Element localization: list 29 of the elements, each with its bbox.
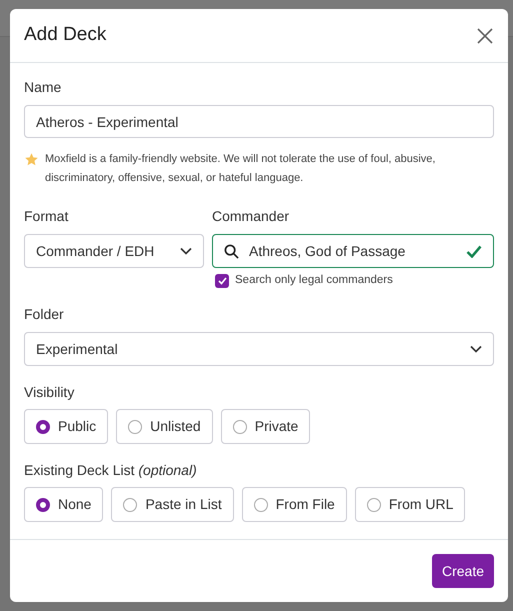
field-label: Folder: [24, 305, 65, 324]
radio-option[interactable]: Paste in List: [111, 487, 234, 522]
close-icon[interactable]: [476, 26, 494, 44]
radio-option[interactable]: Unlisted: [116, 409, 213, 444]
chevron-down-icon: [180, 247, 192, 255]
name-field[interactable]: Atheros - Experimental: [24, 105, 494, 138]
commander-search-field[interactable]: Athreos, God of Passage: [212, 234, 494, 268]
field-label: Name: [24, 78, 62, 97]
radio-option[interactable]: From URL: [354, 487, 466, 522]
field-label: Commander: [212, 207, 290, 226]
star-icon: [24, 152, 39, 167]
checkmark-icon: [218, 276, 226, 285]
field-label: Existing Deck List (optional): [24, 461, 198, 480]
radio-option[interactable]: Private: [220, 409, 310, 444]
legal-checkbox[interactable]: [215, 274, 229, 288]
create-button[interactable]: Create: [432, 554, 494, 588]
radio-option[interactable]: None: [24, 487, 104, 522]
format-select[interactable]: Commander / EDH: [24, 234, 204, 268]
dialog-title: Add Deck: [24, 23, 106, 48]
checkbox-label: Search only legal commanders: [235, 273, 393, 288]
folder-select[interactable]: Experimental: [24, 332, 494, 366]
search-icon: [224, 244, 239, 258]
checkmark-icon: [466, 244, 482, 258]
notice-text: Moxfield is a family-friendly website. We will not tolerate the use of foul, abusive, discriminatory, offensive, sexual, or hateful language.: [45, 152, 436, 186]
field-label: Visibility: [24, 383, 76, 402]
radio-option[interactable]: Public: [24, 409, 108, 444]
chevron-down-icon: [470, 345, 482, 354]
radio-option[interactable]: From File: [242, 487, 347, 522]
field-label: Format: [24, 207, 70, 226]
